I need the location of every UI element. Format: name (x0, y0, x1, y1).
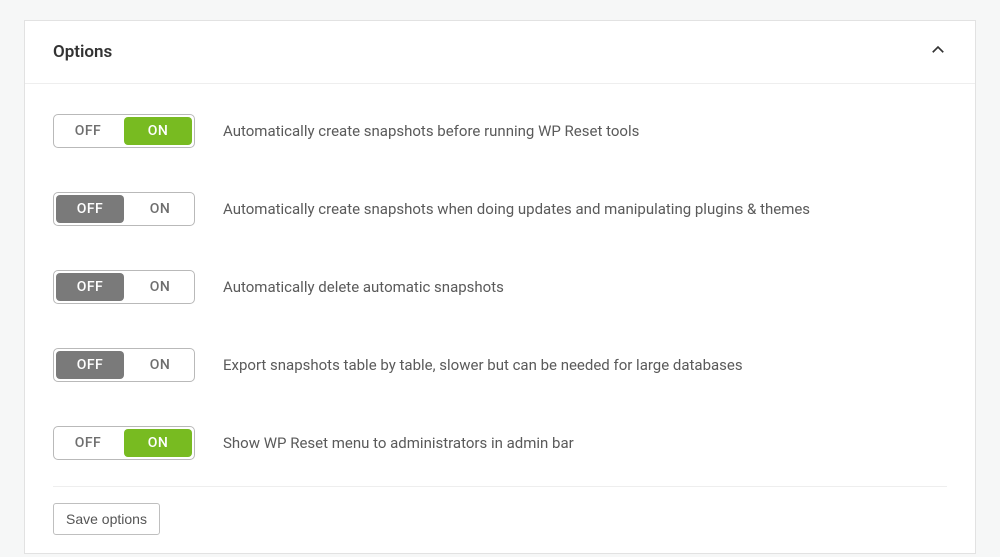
option-row-auto-snapshot-before-tools: OFF ON Automatically create snapshots be… (53, 92, 947, 170)
toggle-off[interactable]: OFF (56, 195, 124, 223)
toggle-auto-delete-snapshots[interactable]: OFF ON (53, 270, 195, 304)
panel-body: OFF ON Automatically create snapshots be… (25, 84, 975, 553)
chevron-up-icon (929, 41, 947, 63)
toggle-export-table-by-table[interactable]: OFF ON (53, 348, 195, 382)
toggle-off[interactable]: OFF (56, 273, 124, 301)
option-row-auto-snapshot-on-updates: OFF ON Automatically create snapshots wh… (53, 170, 947, 248)
option-row-auto-delete-snapshots: OFF ON Automatically delete automatic sn… (53, 248, 947, 326)
toggle-on[interactable]: ON (126, 271, 194, 303)
toggle-on[interactable]: ON (124, 429, 192, 457)
option-label: Automatically delete automatic snapshots (223, 278, 504, 296)
option-label: Export snapshots table by table, slower … (223, 356, 743, 374)
toggle-on[interactable]: ON (124, 117, 192, 145)
option-label: Automatically create snapshots when doin… (223, 200, 810, 218)
toggle-off[interactable]: OFF (54, 115, 122, 147)
options-panel: Options OFF ON Automatically create snap… (24, 20, 976, 554)
panel-title: Options (53, 42, 112, 62)
toggle-on[interactable]: ON (126, 349, 194, 381)
option-row-show-admin-bar-menu: OFF ON Show WP Reset menu to administrat… (53, 404, 947, 482)
toggle-on[interactable]: ON (126, 193, 194, 225)
toggle-auto-snapshot-before-tools[interactable]: OFF ON (53, 114, 195, 148)
option-label: Automatically create snapshots before ru… (223, 122, 639, 140)
toggle-off[interactable]: OFF (54, 427, 122, 459)
option-row-export-table-by-table: OFF ON Export snapshots table by table, … (53, 326, 947, 404)
toggle-auto-snapshot-on-updates[interactable]: OFF ON (53, 192, 195, 226)
panel-header[interactable]: Options (25, 21, 975, 84)
toggle-off[interactable]: OFF (56, 351, 124, 379)
panel-footer: Save options (53, 486, 947, 535)
option-label: Show WP Reset menu to administrators in … (223, 434, 574, 452)
save-options-button[interactable]: Save options (53, 503, 160, 535)
toggle-show-admin-bar-menu[interactable]: OFF ON (53, 426, 195, 460)
